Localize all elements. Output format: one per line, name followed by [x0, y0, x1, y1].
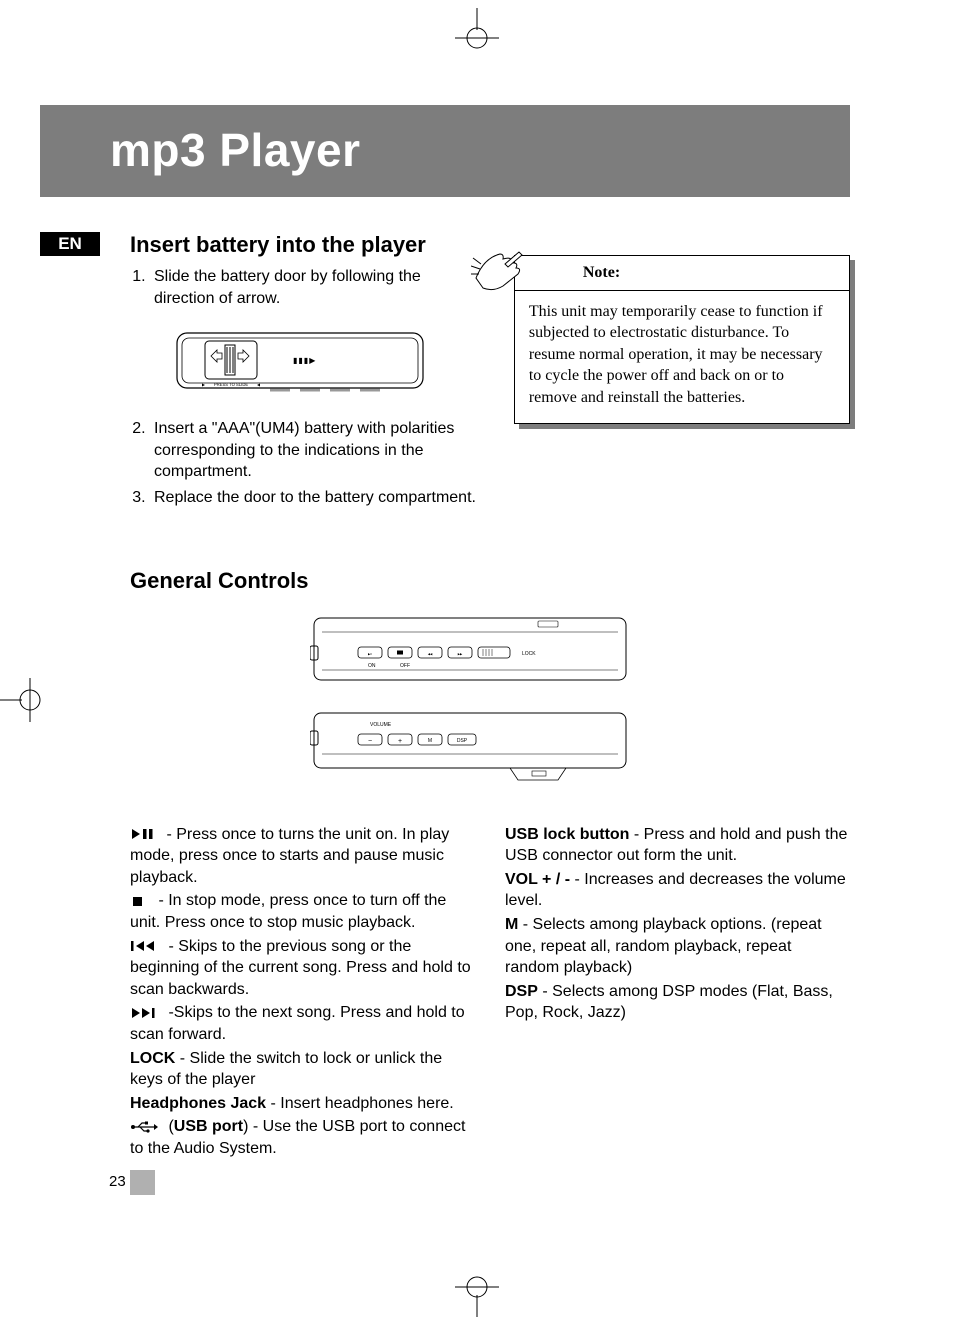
device-bottom-illustration: VOLUME − + M DSP	[310, 709, 630, 789]
page-title: mp3 Player	[110, 124, 360, 176]
svg-text:PRESS TO SLIDE: PRESS TO SLIDE	[214, 382, 248, 387]
stop-icon	[130, 895, 148, 907]
controls-right-column: USB lock button - Press and hold and pus…	[505, 824, 850, 1162]
usb-lock-label: USB lock button	[505, 826, 629, 843]
note-body: This unit may temporarily cease to funct…	[529, 301, 835, 409]
note-title: Note:	[515, 256, 849, 291]
svg-text:▶▶: ▶▶	[458, 652, 463, 656]
battery-steps-list: Slide the battery door by following the …	[130, 266, 484, 309]
m-desc: - Selects among playback options. (repea…	[505, 916, 822, 976]
svg-text:VOLUME: VOLUME	[370, 722, 392, 728]
step-1: Slide the battery door by following the …	[150, 266, 484, 309]
page-number: 23	[109, 1173, 126, 1190]
svg-text:−: −	[368, 738, 372, 745]
device-top-illustration: ▶II ◀◀ ▶▶ LOCK ON OFF	[310, 614, 630, 689]
svg-text:ON: ON	[368, 663, 376, 669]
crop-mark-left	[0, 670, 45, 730]
battery-steps-list-cont: Insert a "AAA"(UM4) battery with polarit…	[130, 418, 484, 508]
next-icon	[130, 1007, 158, 1019]
controls-left-column: - Press once to turns the unit on. In pl…	[130, 824, 475, 1162]
battery-door-illustration: PRESS TO SLIDE ▮▮▮▶	[175, 328, 425, 398]
dsp-label: DSP	[505, 983, 538, 1000]
svg-text:LOCK: LOCK	[522, 651, 536, 657]
usb-port-label: USB port	[174, 1118, 243, 1135]
m-label: M	[505, 916, 518, 933]
stop-desc: - In stop mode, press once to turn off t…	[130, 892, 446, 931]
svg-text:▶II: ▶II	[368, 652, 372, 656]
note-box: Note: This unit may temporarily cease to…	[514, 255, 850, 424]
play-pause-desc: - Press once to turns the unit on. In pl…	[130, 826, 449, 886]
crop-mark-bottom	[447, 1257, 507, 1317]
prev-icon	[130, 940, 158, 952]
svg-text:+: +	[398, 738, 402, 745]
svg-text:◀◀: ◀◀	[428, 652, 433, 656]
vol-label: VOL + / -	[505, 871, 570, 888]
prev-desc: - Skips to the previous song or the begi…	[130, 938, 471, 998]
headphones-desc: - Insert headphones here.	[266, 1095, 454, 1112]
section-heading-controls: General Controls	[130, 568, 850, 594]
step-3: Replace the door to the battery compartm…	[150, 487, 484, 509]
lock-desc: - Slide the switch to lock or unlick the…	[130, 1050, 442, 1089]
svg-text:▮▮▮▶: ▮▮▮▶	[293, 356, 316, 365]
svg-text:OFF: OFF	[400, 663, 410, 669]
play-pause-icon	[130, 828, 156, 840]
section-heading-battery: Insert battery into the player	[130, 232, 484, 258]
crop-mark-top	[447, 8, 507, 68]
page-number-box	[130, 1170, 155, 1195]
next-desc: -Skips to the next song. Press and hold …	[130, 1004, 465, 1043]
writing-hand-icon	[471, 248, 526, 293]
page-title-bar: mp3 Player	[40, 105, 850, 197]
dsp-desc: - Selects among DSP modes (Flat, Bass, P…	[505, 983, 833, 1022]
usb-icon	[130, 1121, 158, 1133]
language-badge: EN	[40, 232, 100, 256]
headphones-label: Headphones Jack	[130, 1095, 266, 1112]
svg-text:DSP: DSP	[457, 738, 468, 744]
lock-label: LOCK	[130, 1050, 175, 1067]
step-2: Insert a "AAA"(UM4) battery with polarit…	[150, 418, 484, 483]
svg-text:M: M	[428, 738, 432, 744]
